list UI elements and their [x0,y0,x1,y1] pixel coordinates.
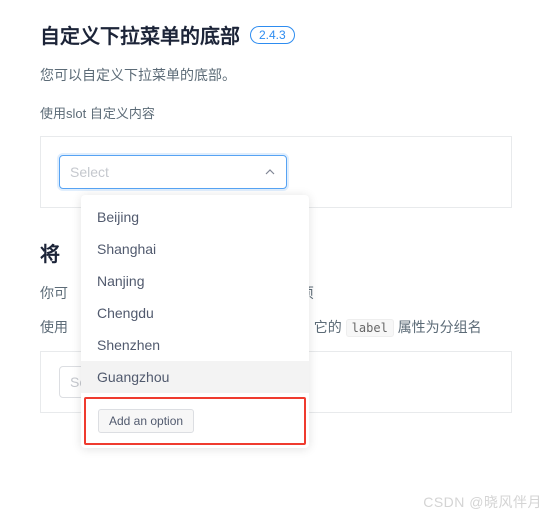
select-wrapper: Select BeijingShanghaiNanjingChengduShen… [59,155,287,189]
dropdown-option[interactable]: Chengdu [81,297,309,329]
dropdown-panel: BeijingShanghaiNanjingChengduShenzhenGua… [81,195,309,448]
dropdown-footer: Add an option [84,397,306,445]
dropdown-option[interactable]: Beijing [81,201,309,233]
dropdown-option[interactable]: Shenzhen [81,329,309,361]
chevron-up-icon [264,166,276,178]
section2-title-text: 将 [40,238,60,267]
section-description: 您可以自定义下拉菜单的底部。 [40,65,512,85]
section-sub-description: 使用slot 自定义内容 [40,103,512,122]
watermark: CSDN @晓风伴月 [423,492,542,512]
dropdown-option[interactable]: Guangzhou [81,361,309,393]
dropdown-option[interactable]: Nanjing [81,265,309,297]
section-title: 自定义下拉菜单的底部 2.4.3 [40,20,512,49]
add-option-button[interactable]: Add an option [98,409,194,433]
label-code-tag: label [346,319,394,337]
select-control[interactable]: Select [59,155,287,189]
version-badge: 2.4.3 [250,26,295,44]
section-title-text: 自定义下拉菜单的底部 [40,20,240,49]
dropdown-option[interactable]: Shanghai [81,233,309,265]
select-placeholder: Select [70,164,109,180]
demo-container: Select BeijingShanghaiNanjingChengduShen… [40,136,512,208]
